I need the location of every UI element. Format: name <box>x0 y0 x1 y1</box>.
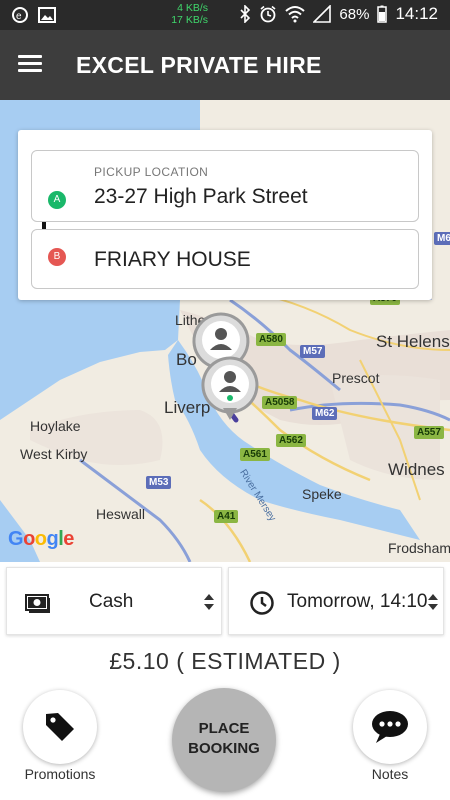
map-label-speke: Speke <box>302 486 342 502</box>
status-time: 14:12 <box>395 4 438 23</box>
payment-method-value: Cash <box>89 591 134 612</box>
status-bar: e 4 KB/s 17 KB/s 68% 14:12 <box>0 0 450 30</box>
clock-icon <box>250 591 274 615</box>
hamburger-menu-icon[interactable] <box>18 52 52 80</box>
map-label-prescot: Prescot <box>332 370 380 386</box>
map-label-widnes: Widnes <box>388 460 445 479</box>
google-logo-g: G <box>8 528 24 550</box>
road-m53: M53 <box>146 476 172 489</box>
network-speed: 4 KB/s 17 KB/s <box>146 2 208 26</box>
dropoff-location-field[interactable]: B FRIARY HOUSE <box>31 229 419 289</box>
cash-icon <box>25 594 50 613</box>
bluetooth-icon <box>240 5 251 23</box>
road-a562: A562 <box>276 434 306 447</box>
driver-marker-2[interactable] <box>201 356 259 428</box>
dropoff-location-value: FRIARY HOUSE <box>94 248 251 271</box>
road-m62: M62 <box>312 407 338 420</box>
tag-icon <box>46 713 74 741</box>
alarm-icon <box>260 5 276 23</box>
road-a557: A557 <box>414 426 444 439</box>
place-booking-line2: BOOKING <box>188 740 260 757</box>
map-label-west-kirby: West Kirby <box>20 446 88 462</box>
pin-a-icon: A <box>48 191 66 209</box>
road-a41: A41 <box>214 510 239 523</box>
google-logo: Google <box>8 528 74 551</box>
road-m6: M6 <box>434 232 450 245</box>
map-label-st-helens: St Helens <box>376 332 450 351</box>
cell-signal-icon <box>313 5 332 23</box>
gallery-notification-icon <box>38 7 56 23</box>
promotions-label: Promotions <box>24 766 96 782</box>
google-logo-g2: g <box>46 528 59 550</box>
app-bar: EXCEL PRIVATE HIRE <box>0 30 450 100</box>
place-booking-line1: PLACE <box>198 720 250 737</box>
google-logo-o2: o <box>34 528 47 550</box>
pin-b-icon: B <box>48 248 66 266</box>
place-booking-button[interactable]: PLACE BOOKING <box>172 688 276 792</box>
road-m57: M57 <box>300 345 326 358</box>
location-card: A PICKUP LOCATION 23-27 High Park Street… <box>18 130 432 300</box>
status-left-icons: e <box>10 6 56 24</box>
dropdown-arrows-icon <box>204 594 214 610</box>
map-label-hoylake: Hoylake <box>30 418 81 434</box>
map-label-heswall: Heswall <box>96 506 146 522</box>
google-logo-e: e <box>63 528 74 550</box>
net-up-speed: 4 KB/s <box>177 2 208 14</box>
app-screen: e 4 KB/s 17 KB/s 68% 14:12 EXCEL PRIVATE… <box>0 0 450 800</box>
wifi-icon <box>285 6 306 23</box>
road-a580: A580 <box>256 333 286 346</box>
pickup-location-field[interactable]: A PICKUP LOCATION 23-27 High Park Street <box>31 150 419 222</box>
status-right-icons: 68% 14:12 <box>239 4 438 24</box>
chat-bubble-icon <box>372 711 408 743</box>
pickup-time-selector[interactable]: Tomorrow, 14:10 <box>228 567 444 635</box>
notes-label: Notes <box>371 766 409 782</box>
road-a561: A561 <box>240 448 270 461</box>
driver-person-icon <box>201 356 259 420</box>
map-label-frodsham: Frodsham <box>388 540 450 556</box>
pickup-location-value: 23-27 High Park Street <box>94 185 308 208</box>
net-down-speed: 17 KB/s <box>171 14 208 26</box>
notes-button[interactable] <box>353 690 427 764</box>
estimated-price: £5.10 ( ESTIMATED ) <box>109 648 341 674</box>
battery-icon <box>377 5 388 23</box>
road-a5058: A5058 <box>262 396 298 409</box>
pickup-location-label: PICKUP LOCATION <box>94 165 209 179</box>
dropdown-arrows-icon <box>428 594 438 610</box>
battery-percent: 68% <box>339 5 370 23</box>
payment-method-selector[interactable]: Cash <box>6 567 222 635</box>
google-logo-o1: o <box>23 528 35 550</box>
place-booking-label: PLACE BOOKING <box>172 719 276 759</box>
promotions-button[interactable] <box>23 690 97 764</box>
pickup-time-value: Tomorrow, 14:10 <box>287 591 428 612</box>
browser-notification-icon: e <box>12 7 28 23</box>
app-title: EXCEL PRIVATE HIRE <box>76 52 322 78</box>
svg-text:e: e <box>16 11 22 22</box>
